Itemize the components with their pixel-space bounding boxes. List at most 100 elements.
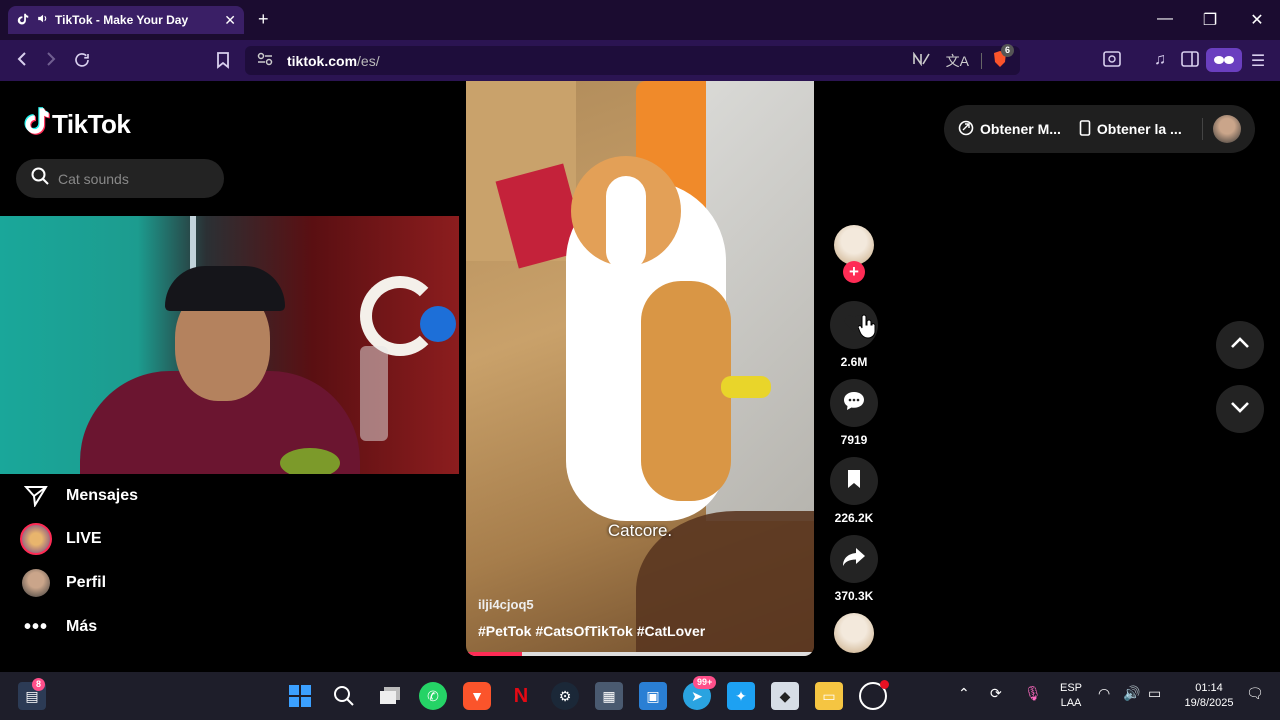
new-tab-icon[interactable]: + xyxy=(258,9,269,30)
app-cube-icon[interactable]: ◆ xyxy=(771,682,799,710)
get-app-icon xyxy=(958,120,974,139)
file-explorer-icon[interactable]: ▭ xyxy=(815,682,843,710)
language-code: ESP xyxy=(1059,682,1082,694)
sidebar-item-profile[interactable]: Perfil xyxy=(20,567,106,599)
cat-fur-patch-shape xyxy=(641,281,731,501)
bookmark-icon[interactable] xyxy=(213,51,233,74)
bookmark-fill-icon xyxy=(846,469,862,494)
video-progress-bar[interactable] xyxy=(466,652,814,656)
close-window-icon[interactable]: ✕ xyxy=(1247,10,1267,30)
like-count: 2.6M xyxy=(840,355,868,369)
sidebar-toggle-icon[interactable] xyxy=(1180,51,1200,72)
brave-shields-icon[interactable]: 6 xyxy=(992,44,1015,71)
share-action[interactable]: 370.3K xyxy=(830,535,878,603)
comment-button[interactable] xyxy=(830,379,878,427)
site-settings-icon[interactable] xyxy=(257,52,273,69)
cat-face-blaze-shape xyxy=(606,176,646,271)
show-hidden-icons-chevron-icon[interactable]: ⌃ xyxy=(958,686,970,701)
previous-video-button[interactable] xyxy=(1216,321,1264,369)
telegram-icon[interactable]: ➤ 99+ xyxy=(683,676,717,710)
get-app-label: Obtener M... xyxy=(980,121,1061,137)
telegram-badge: 99+ xyxy=(693,676,717,689)
microphone-icon[interactable]: 🎙 xyxy=(1024,686,1042,701)
search-icon xyxy=(30,166,50,191)
video-player[interactable]: Catcore. ilji4cjoq5 #PetTok #CatsOfTikTo… xyxy=(466,81,814,656)
keyboard-layout: LAA xyxy=(1060,697,1082,709)
browser-tab[interactable]: TikTok - Make Your Day ✕ xyxy=(8,6,244,34)
search-input[interactable] xyxy=(58,170,208,187)
bottle-shape xyxy=(360,346,388,441)
leo-ai-icon[interactable] xyxy=(1102,51,1122,72)
video-author[interactable]: ilji4cjoq5 xyxy=(478,597,534,612)
sidebar-item-label: LIVE xyxy=(66,530,102,547)
clock-date: 19/8/2025 xyxy=(1184,697,1234,709)
media-music-icon[interactable]: ♫ xyxy=(1150,51,1170,69)
video-hashtags[interactable]: #PetTok #CatsOfTikTok #CatLover xyxy=(478,623,705,639)
sidebar-item-label: Más xyxy=(66,618,98,635)
clock[interactable]: 01:14 19/8/2025 xyxy=(1176,681,1242,711)
close-tab-icon[interactable]: ✕ xyxy=(224,12,236,29)
start-windows-icon[interactable] xyxy=(286,682,314,710)
restore-icon[interactable]: ❐ xyxy=(1200,10,1220,30)
address-bar[interactable]: tiktok.com/es/ 文A 6 xyxy=(245,44,1020,75)
language-indicator[interactable]: ESP LAA xyxy=(1056,681,1086,711)
twitter-icon[interactable]: ✦ xyxy=(727,682,755,710)
user-avatar[interactable] xyxy=(1213,115,1241,143)
wifi-icon[interactable]: ◠ xyxy=(1098,686,1110,701)
creator-avatar[interactable] xyxy=(834,225,874,265)
steam-icon[interactable]: ⚙ xyxy=(551,682,579,710)
chevron-down-icon xyxy=(1230,400,1250,418)
minimize-icon[interactable]: — xyxy=(1155,10,1175,28)
tab-title: TikTok - Make Your Day xyxy=(55,13,189,27)
tiktok-favicon-icon xyxy=(16,12,30,29)
sidebar-item-label: Perfil xyxy=(66,574,107,591)
forward-icon[interactable] xyxy=(41,51,61,72)
reader-mode-off-icon[interactable] xyxy=(912,51,930,69)
save-action[interactable]: 226.2K xyxy=(830,457,878,525)
task-view-icon[interactable] xyxy=(376,682,404,710)
search-taskbar-icon[interactable] xyxy=(330,682,358,710)
battery-icon[interactable]: ▭ xyxy=(1148,686,1161,701)
back-icon[interactable] xyxy=(12,51,32,72)
store-icon[interactable]: ▣ xyxy=(639,682,667,710)
whatsapp-icon[interactable]: ✆ xyxy=(419,682,447,710)
translate-icon[interactable]: 文A xyxy=(946,51,969,71)
menu-hamburger-icon[interactable]: ☰ xyxy=(1248,51,1268,71)
top-right-actions: Obtener M... Obtener la ... xyxy=(944,105,1255,153)
cap-shape xyxy=(165,266,285,311)
logo-text: TikTok xyxy=(52,109,131,139)
widgets-icon[interactable]: ▤ 8 xyxy=(18,678,46,710)
get-mobile-app-label: Obtener la ... xyxy=(1096,121,1182,137)
next-video-button[interactable] xyxy=(1216,385,1264,433)
chevron-up-icon xyxy=(1230,336,1250,354)
sync-icon[interactable]: ⟳ xyxy=(990,686,1002,701)
tiktok-note-icon xyxy=(22,106,50,143)
browser-toolbar: tiktok.com/es/ 文A 6 ♫ ☰ xyxy=(0,40,1280,81)
calculator-icon[interactable]: ▦ xyxy=(595,682,623,710)
netflix-icon[interactable]: N xyxy=(507,682,535,710)
notification-center-icon[interactable]: 🗨 xyxy=(1246,686,1264,701)
audio-playing-icon[interactable] xyxy=(36,12,49,28)
share-button[interactable] xyxy=(830,535,878,583)
search-box[interactable] xyxy=(16,159,224,198)
music-disc-avatar[interactable] xyxy=(834,613,874,653)
volume-icon[interactable]: 🔊 xyxy=(1123,686,1140,701)
comment-bubble-icon xyxy=(842,390,866,417)
tiktok-logo[interactable]: TikTok xyxy=(22,106,131,143)
follow-plus-icon[interactable]: + xyxy=(843,261,865,283)
get-mobile-app-button[interactable]: Obtener la ... xyxy=(1079,119,1182,139)
sidebar-item-messages[interactable]: Mensajes xyxy=(20,480,138,512)
url-path: /es/ xyxy=(357,52,380,69)
yellow-toy-shape xyxy=(721,376,771,398)
notification-badge: 8 xyxy=(32,678,46,691)
reload-icon[interactable] xyxy=(72,51,92,74)
get-app-button[interactable]: Obtener M... xyxy=(958,120,1061,139)
sidebar-item-more[interactable]: ••• Más xyxy=(20,611,97,643)
comment-action[interactable]: 7919 xyxy=(830,379,878,447)
brave-browser-icon[interactable]: ▼ xyxy=(463,682,491,710)
sidebar-item-live[interactable]: LIVE xyxy=(20,523,102,555)
share-count: 370.3K xyxy=(834,589,874,603)
save-button[interactable] xyxy=(830,457,878,505)
obs-record-icon[interactable] xyxy=(859,680,889,710)
vpn-glasses-icon[interactable] xyxy=(1206,48,1242,72)
